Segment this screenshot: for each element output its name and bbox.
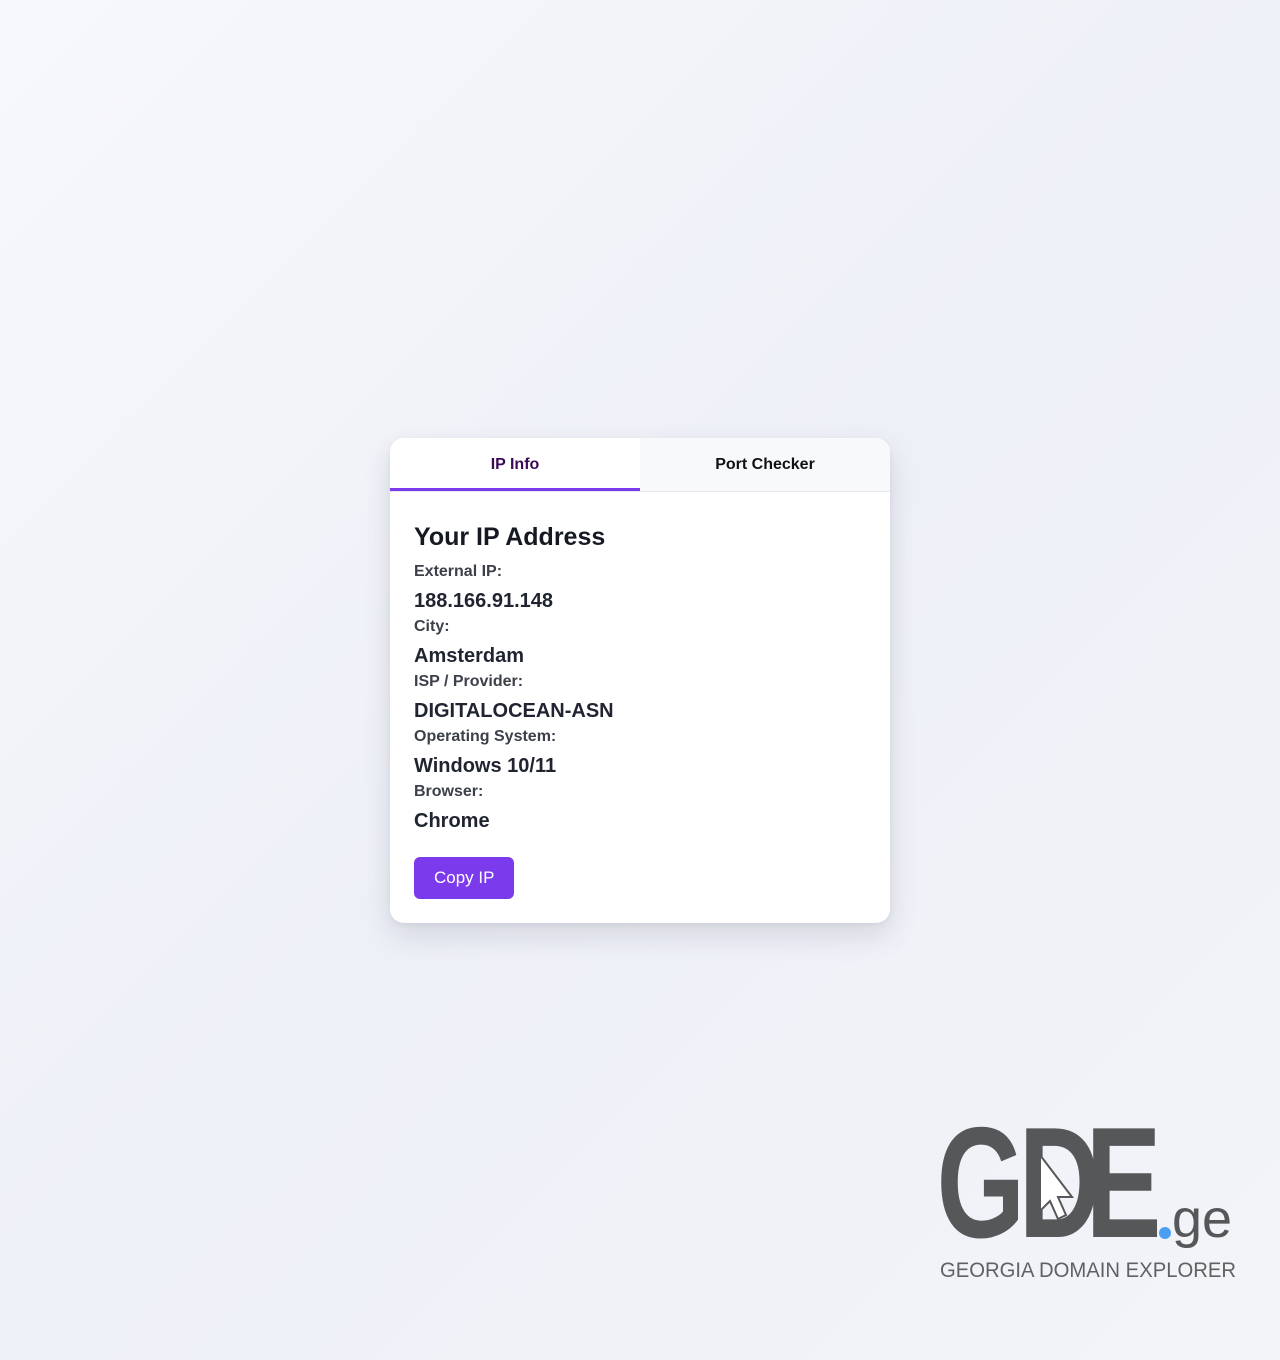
gde-logo: G D E ge GEORGIA DOMAIN EXPLORER bbox=[938, 1115, 1236, 1282]
ip-info-panel: Your IP Address External IP: 188.166.91.… bbox=[390, 492, 890, 899]
panel-heading: Your IP Address bbox=[414, 523, 606, 551]
os-label: Operating System: bbox=[414, 728, 557, 745]
browser-value: Chrome bbox=[414, 810, 490, 832]
isp-value: DIGITALOCEAN-ASN bbox=[414, 700, 614, 722]
logo-dot bbox=[1159, 1227, 1171, 1239]
tab-port-checker[interactable]: Port Checker bbox=[640, 438, 890, 491]
copy-ip-button[interactable]: Copy IP bbox=[414, 857, 515, 899]
browser-label: Browser: bbox=[414, 783, 484, 800]
logo-tagline: GEORGIA DOMAIN EXPLORER bbox=[940, 1258, 1236, 1282]
ip-info-card: IP Info Port Checker Your IP Address Ext… bbox=[390, 438, 890, 923]
external-ip-value: 188.166.91.148 bbox=[414, 590, 554, 612]
city-label: City: bbox=[414, 618, 450, 635]
tab-bar: IP Info Port Checker bbox=[390, 438, 890, 492]
os-value: Windows 10/11 bbox=[414, 755, 557, 777]
isp-label: ISP / Provider: bbox=[414, 673, 524, 690]
logo-suffix: ge bbox=[1172, 1189, 1232, 1249]
external-ip-label: External IP: bbox=[414, 563, 503, 580]
logo-letter-g: G bbox=[938, 1115, 1025, 1271]
tab-ip-info[interactable]: IP Info bbox=[390, 438, 640, 491]
city-value: Amsterdam bbox=[414, 645, 525, 667]
logo-letter-e: E bbox=[1086, 1115, 1162, 1271]
